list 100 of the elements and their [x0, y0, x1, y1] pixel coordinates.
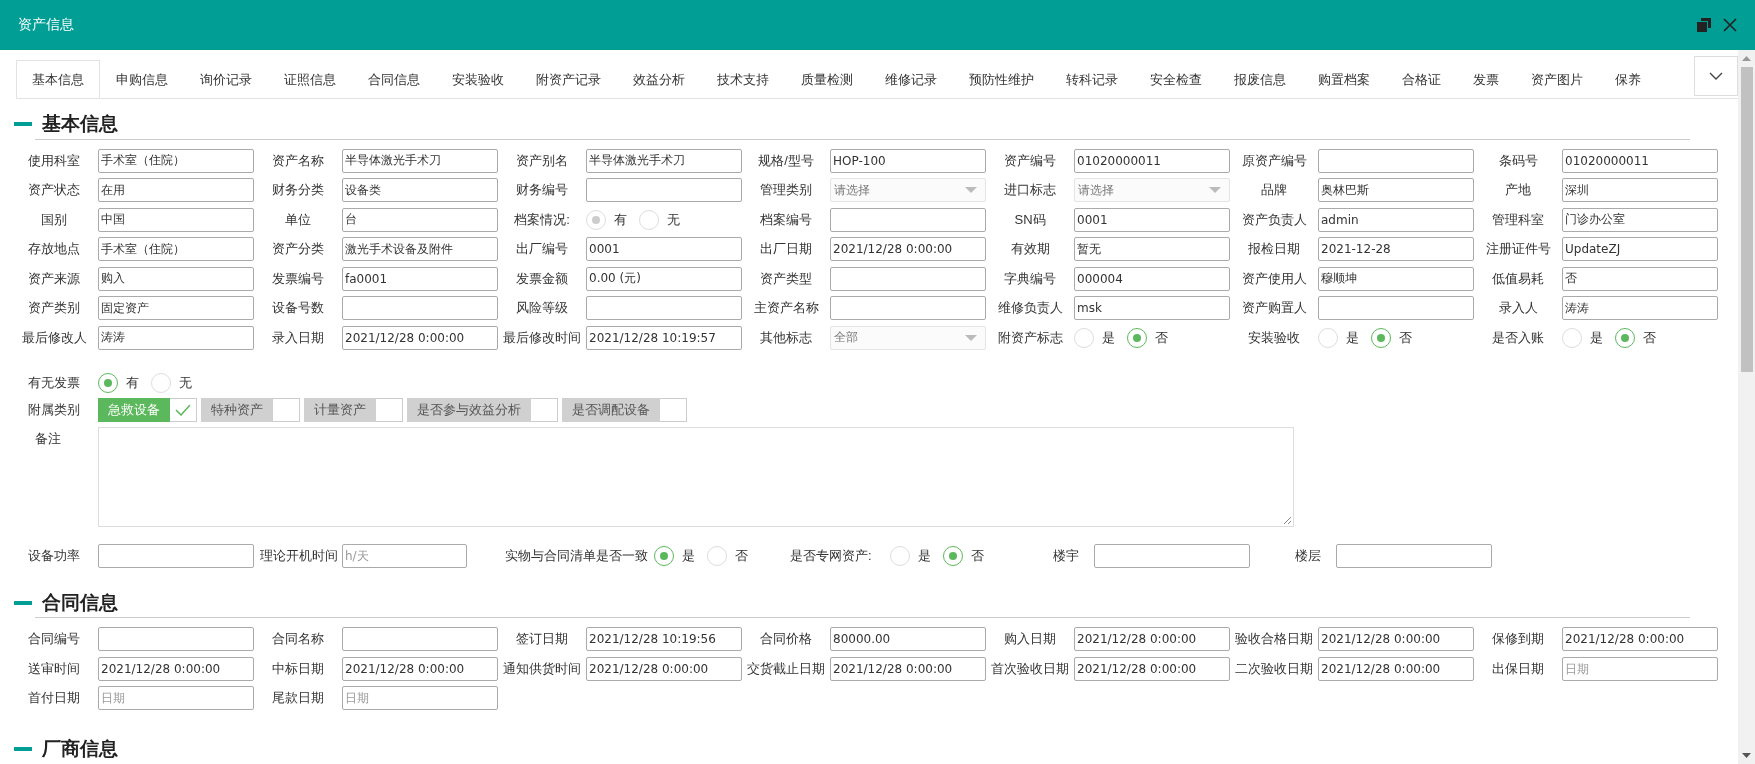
- arrow-down-icon[interactable]: [1742, 753, 1751, 758]
- text-field[interactable]: 01020000011: [1074, 148, 1230, 173]
- text-field[interactable]: 2021/12/28 0:00:00: [830, 656, 986, 681]
- text-field[interactable]: 2021/12/28 0:00:00: [98, 656, 254, 681]
- text-field[interactable]: UpdateZJ: [1562, 237, 1718, 262]
- radio-label[interactable]: 否: [970, 546, 984, 565]
- text-field[interactable]: 涛涛: [1562, 296, 1718, 321]
- text-field[interactable]: 设备类: [342, 178, 498, 203]
- tab[interactable]: 安装验收: [436, 60, 520, 98]
- text-field[interactable]: msk: [1074, 296, 1230, 321]
- text-field[interactable]: 门诊办公室: [1562, 207, 1718, 232]
- tab[interactable]: 发票: [1457, 60, 1515, 98]
- tab[interactable]: 效益分析: [617, 60, 701, 98]
- arrow-up-icon[interactable]: [1742, 56, 1751, 61]
- category-tag[interactable]: 是否参与效益分析: [407, 397, 531, 422]
- remarks-field[interactable]: [98, 426, 1294, 527]
- text-field[interactable]: HOP-100: [830, 148, 986, 173]
- text-field[interactable]: 在用: [98, 178, 254, 203]
- text-field[interactable]: 2021/12/28 0:00:00: [1074, 627, 1230, 652]
- text-field[interactable]: [1093, 543, 1250, 568]
- text-field[interactable]: 2021/12/28 0:00:00: [342, 325, 498, 350]
- tab[interactable]: 基本信息: [16, 60, 100, 98]
- select-field[interactable]: 请选择: [1074, 178, 1230, 203]
- text-field[interactable]: 激光手术设备及附件: [342, 237, 498, 262]
- radio-button[interactable]: [1371, 327, 1391, 348]
- checkbox[interactable]: [660, 397, 687, 422]
- text-field[interactable]: 奥林巴斯: [1318, 178, 1474, 203]
- text-field[interactable]: h/天: [342, 543, 467, 568]
- tab[interactable]: 技术支持: [701, 60, 785, 98]
- more-tabs-button[interactable]: [1694, 56, 1738, 96]
- tab[interactable]: 购置档案: [1302, 60, 1386, 98]
- tab[interactable]: 附资产记录: [520, 60, 617, 98]
- text-field[interactable]: [1335, 543, 1492, 568]
- text-field[interactable]: 日期: [1562, 656, 1718, 681]
- tab[interactable]: 质量检测: [785, 60, 869, 98]
- text-field[interactable]: 半导体激光手术刀: [342, 148, 498, 173]
- checkbox[interactable]: [376, 397, 403, 422]
- text-field[interactable]: 2021/12/28 0:00:00: [586, 656, 742, 681]
- text-field[interactable]: 2021/12/28 10:19:57: [586, 325, 742, 350]
- select-field[interactable]: 请选择: [830, 178, 986, 203]
- text-field[interactable]: [1318, 148, 1474, 173]
- text-field[interactable]: [98, 627, 254, 652]
- category-tag[interactable]: 特种资产: [201, 397, 273, 422]
- text-field[interactable]: admin: [1318, 207, 1474, 232]
- text-field[interactable]: [586, 178, 742, 203]
- tab[interactable]: 询价记录: [184, 60, 268, 98]
- text-field[interactable]: 手术室（住院）: [98, 237, 254, 262]
- scrollbar-thumb[interactable]: [1740, 67, 1753, 372]
- text-field[interactable]: 0001: [1074, 207, 1230, 232]
- text-field[interactable]: [830, 266, 986, 291]
- text-field[interactable]: [586, 296, 742, 321]
- radio-label[interactable]: 否: [735, 546, 748, 565]
- radio-button[interactable]: [1615, 327, 1635, 348]
- text-field[interactable]: 半导体激光手术刀: [586, 148, 742, 173]
- text-field[interactable]: 暂无: [1074, 237, 1230, 262]
- text-field[interactable]: [342, 627, 498, 652]
- text-field[interactable]: 日期: [98, 686, 254, 711]
- tab[interactable]: 转科记录: [1050, 60, 1134, 98]
- text-field[interactable]: 2021-12-28: [1318, 237, 1474, 262]
- tab[interactable]: 申购信息: [100, 60, 184, 98]
- text-field[interactable]: 穆顺坤: [1318, 266, 1474, 291]
- radio-label[interactable]: 是: [1346, 328, 1359, 347]
- text-field[interactable]: [1318, 296, 1474, 321]
- tab[interactable]: 合格证: [1386, 60, 1457, 98]
- text-field[interactable]: 80000.00: [830, 627, 986, 652]
- text-field[interactable]: fa0001: [342, 266, 498, 291]
- radio-label[interactable]: 否: [1155, 328, 1168, 347]
- category-tag[interactable]: 是否调配设备: [562, 397, 660, 422]
- select-field[interactable]: 全部: [830, 325, 986, 350]
- text-field[interactable]: 0001: [586, 237, 742, 262]
- radio-button[interactable]: [942, 545, 963, 566]
- text-field[interactable]: 2021/12/28 10:19:56: [586, 627, 742, 652]
- text-field[interactable]: 2021/12/28 0:00:00: [1318, 656, 1474, 681]
- restore-icon[interactable]: [1697, 18, 1711, 32]
- text-field[interactable]: [830, 296, 986, 321]
- tab[interactable]: 报废信息: [1218, 60, 1302, 98]
- radio-label[interactable]: 有: [126, 373, 139, 392]
- radio-label[interactable]: 是: [682, 546, 695, 565]
- radio-label[interactable]: 否: [1643, 328, 1656, 347]
- scrollbar[interactable]: [1738, 50, 1755, 764]
- tab[interactable]: 合同信息: [352, 60, 436, 98]
- text-field[interactable]: 2021/12/28 0:00:00: [1562, 627, 1718, 652]
- text-field[interactable]: 0.00 (元): [586, 266, 742, 291]
- tab[interactable]: 保养: [1599, 60, 1657, 98]
- category-tag[interactable]: 计量资产: [304, 397, 376, 422]
- text-field[interactable]: 固定资产: [98, 296, 254, 321]
- text-field[interactable]: 2021/12/28 0:00:00: [1318, 627, 1474, 652]
- tab[interactable]: 安全检查: [1134, 60, 1218, 98]
- text-field[interactable]: 台: [342, 207, 498, 232]
- text-field[interactable]: 2021/12/28 0:00:00: [830, 237, 986, 262]
- text-field[interactable]: 涛涛: [98, 325, 254, 350]
- checkbox[interactable]: [273, 397, 300, 422]
- text-field[interactable]: 手术室（住院）: [98, 148, 254, 173]
- radio-button[interactable]: [98, 372, 118, 393]
- text-field[interactable]: 日期: [342, 686, 498, 711]
- text-field[interactable]: [830, 207, 986, 232]
- radio-button[interactable]: [1127, 327, 1147, 348]
- text-field[interactable]: 2021/12/28 0:00:00: [342, 656, 498, 681]
- radio-label[interactable]: 无: [179, 373, 192, 392]
- text-field[interactable]: 购入: [98, 266, 254, 291]
